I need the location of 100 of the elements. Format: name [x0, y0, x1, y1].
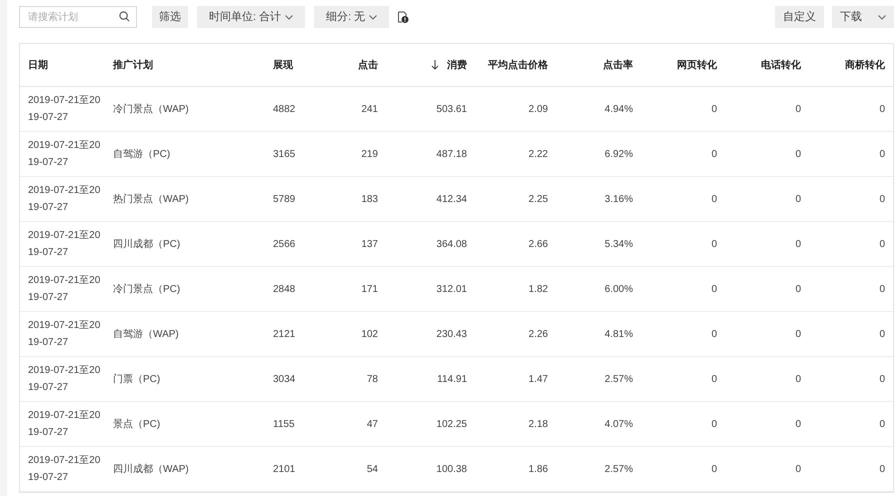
table-cell: 219	[361, 148, 378, 160]
table-cell-text: 2019-07-21至2019-07-27	[28, 184, 102, 215]
table-cell: 6.92%	[604, 148, 633, 160]
table-cell-text: 2019-07-21至2019-07-27	[28, 139, 102, 170]
table-cell: 5.34%	[604, 238, 633, 250]
table-cell: 102	[361, 328, 378, 340]
table-cell-text: 2019-07-21至2019-07-27	[28, 229, 102, 260]
table-cell: 0	[879, 418, 885, 430]
column-header: 网页转化	[676, 58, 718, 72]
table-cell: 2566	[273, 238, 296, 250]
table-cell: 487.18	[436, 148, 467, 160]
filter-button[interactable]: 筛选	[152, 6, 188, 28]
table-cell: 364.08	[436, 238, 467, 250]
table-cell: 0	[879, 284, 885, 294]
table-cell: 503.61	[436, 104, 467, 114]
table-cell: 0	[879, 328, 885, 340]
table-cell: 0	[711, 418, 717, 430]
table-cell: 4882	[273, 104, 296, 114]
table-cell: 5789	[273, 194, 296, 204]
table-cell: 0	[711, 464, 717, 474]
chevron-down-icon	[878, 14, 886, 20]
table-cell: 冷门景点（WAP)	[113, 104, 189, 114]
table-cell: 0	[711, 194, 717, 204]
table-cell: 0	[711, 328, 717, 340]
table-cell: 0	[711, 374, 717, 384]
table-cell: 0	[795, 148, 801, 160]
table-cell: 241	[361, 104, 378, 114]
table-cell: 183	[361, 194, 378, 204]
table-cell: 2.57%	[604, 464, 633, 474]
table-cell: 0	[795, 104, 801, 114]
table-cell: 2121	[273, 328, 296, 340]
table-cell-text: 2019-07-21至2019-07-27	[28, 364, 102, 395]
table-cell: 4.94%	[604, 104, 633, 114]
table-cell: 2.09	[528, 104, 548, 114]
table-cell: 2.25	[528, 194, 548, 204]
table-cell: 0	[795, 328, 801, 340]
table-cell: 4.07%	[604, 418, 633, 430]
table-cell: 0	[795, 238, 801, 250]
table-cell: 78	[366, 374, 378, 384]
help-document-icon[interactable]	[397, 11, 410, 23]
table-cell: 0	[879, 464, 885, 474]
table-cell: 137	[361, 238, 378, 250]
column-header: 日期	[27, 58, 49, 72]
column-header[interactable]: 消费	[386, 58, 475, 72]
sort-arrow-icon	[431, 60, 439, 70]
table-cell: 4.81%	[604, 328, 633, 340]
table-cell: 1.47	[528, 374, 548, 384]
table-cell: 0	[879, 374, 885, 384]
dropdown-button[interactable]: 时间单位: 合计	[197, 6, 306, 28]
column-header: 商桥转化	[844, 58, 886, 72]
table-cell-text: 2019-07-21至2019-07-27	[28, 274, 102, 305]
table-cell: 0	[879, 148, 885, 160]
column-header: 点击率	[602, 58, 634, 72]
table-cell: 四川成都（WAP)	[113, 464, 189, 474]
search-field[interactable]: 请搜索计划	[19, 6, 137, 28]
table-cell: 2.22	[528, 148, 548, 160]
table-cell: 2.66	[528, 238, 548, 250]
column-header: 平均点击价格	[487, 58, 549, 72]
table-cell: 47	[366, 418, 378, 430]
table-cell: 自驾游（WAP)	[113, 328, 179, 340]
table-cell: 0	[711, 148, 717, 160]
table-cell: 0	[795, 194, 801, 204]
table-cell: 0	[795, 418, 801, 430]
table-cell: 0	[795, 464, 801, 474]
table-cell: 0	[711, 238, 717, 250]
dropdown-button[interactable]: 细分: 无	[314, 6, 390, 28]
table-cell: 门票（PC)	[113, 374, 160, 384]
table-cell: 0	[795, 374, 801, 384]
customize-button[interactable]: 自定义	[775, 6, 824, 28]
chevron-down-icon	[285, 14, 294, 20]
table-cell: 3034	[273, 374, 296, 384]
table-cell: 1155	[273, 418, 295, 430]
table-cell: 102.25	[436, 418, 467, 430]
table-cell: 312.01	[436, 284, 467, 294]
table-cell: 自驾游（PC)	[113, 148, 170, 160]
table-cell-text: 2019-07-21至2019-07-27	[28, 454, 102, 485]
download-dropdown[interactable]: 下载	[832, 6, 894, 28]
table-cell: 54	[366, 464, 378, 474]
table-cell: 0	[879, 194, 885, 204]
column-header: 电话转化	[760, 58, 802, 72]
table-cell: 412.34	[436, 194, 467, 204]
search-icon[interactable]	[119, 11, 130, 22]
table-cell: 3165	[273, 148, 296, 160]
table-cell: 0	[711, 104, 717, 114]
table-cell-text: 2019-07-21至2019-07-27	[28, 94, 102, 125]
table-cell: 2.18	[528, 418, 548, 430]
table-cell: 0	[795, 284, 801, 294]
table-cell: 114.91	[437, 374, 467, 384]
table-cell: 2.26	[528, 328, 548, 340]
table-cell: 四川成都（PC)	[113, 238, 180, 250]
table-cell: 6.00%	[604, 284, 633, 294]
table-cell: 171	[361, 284, 378, 294]
table-cell: 景点（PC)	[113, 418, 160, 430]
table-cell: 230.43	[436, 328, 467, 340]
column-header: 点击	[357, 58, 379, 72]
table-cell: 3.16%	[604, 194, 633, 204]
column-header: 推广计划	[113, 58, 154, 72]
table-cell: 2101	[273, 464, 296, 474]
table-cell: 100.38	[436, 464, 467, 474]
table-cell: 2.57%	[604, 374, 633, 384]
